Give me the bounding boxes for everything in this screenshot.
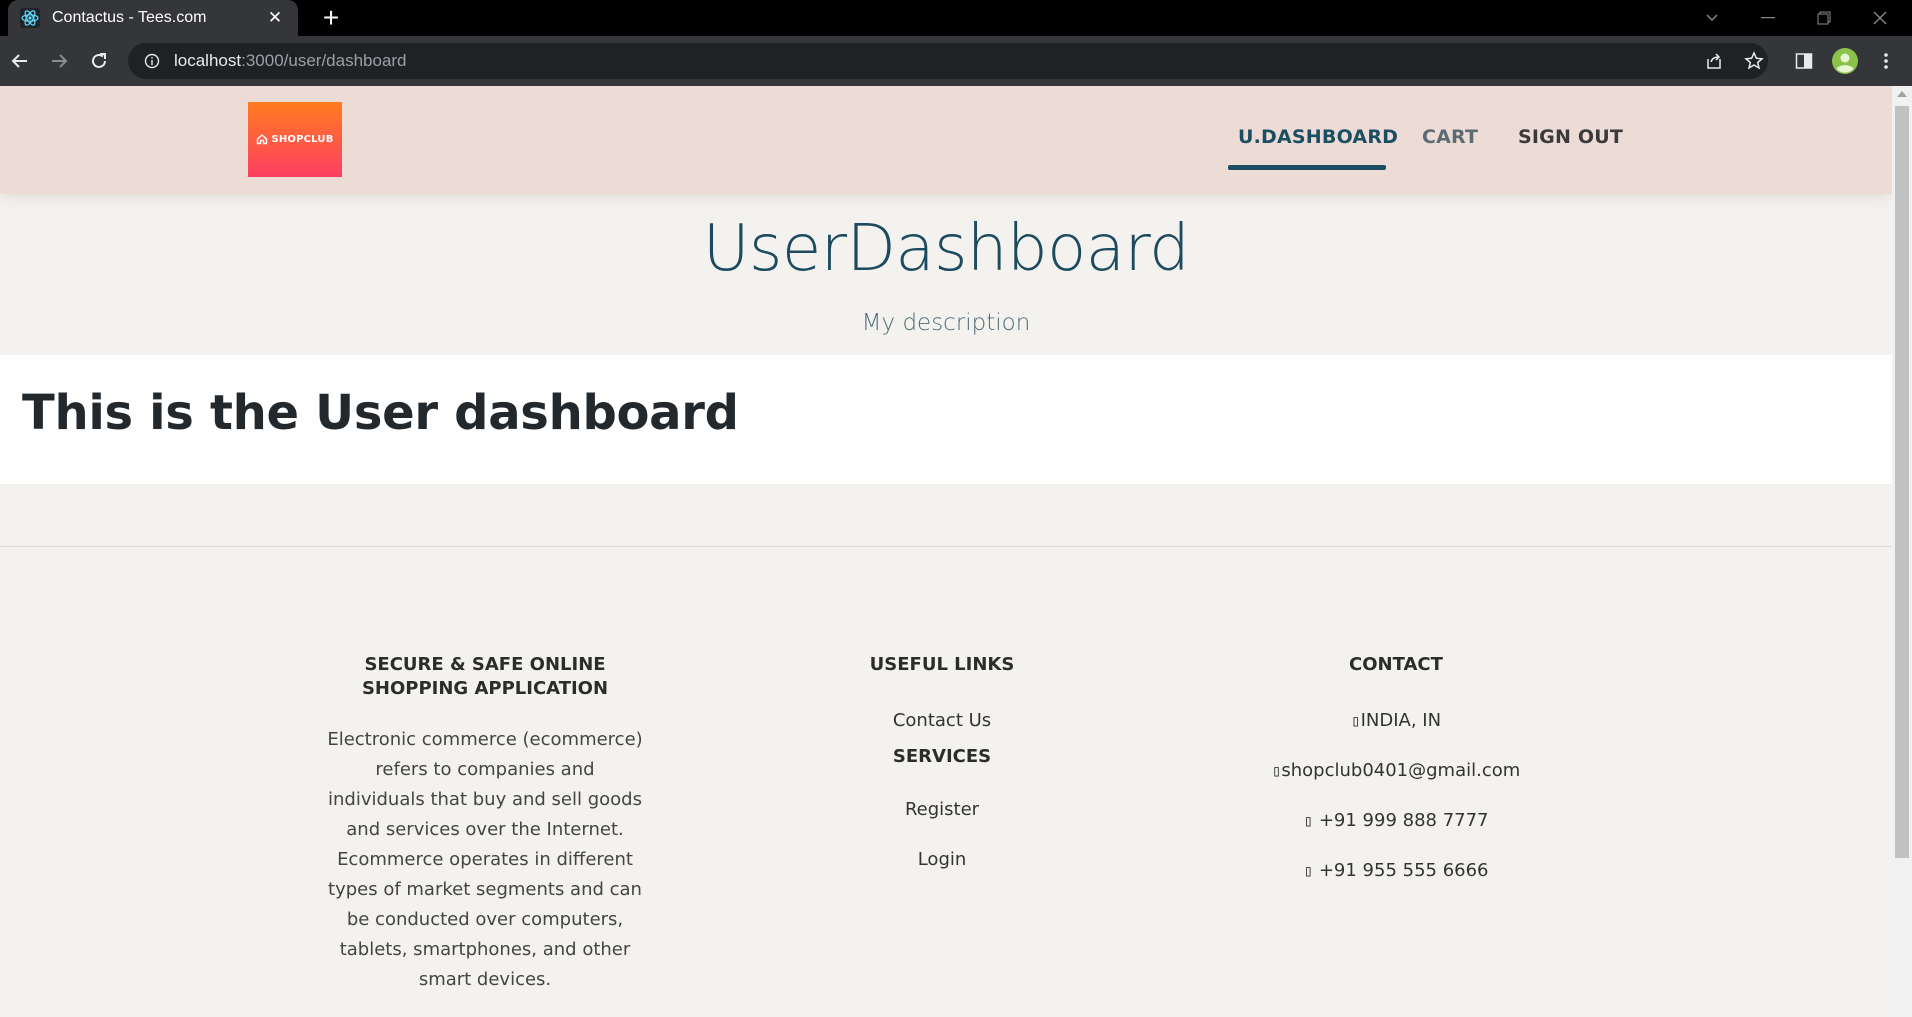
menu-kebab-icon[interactable] — [1870, 45, 1902, 77]
email-icon: ▯ — [1271, 761, 1282, 780]
dashboard-heading: This is the User dashboard — [22, 385, 739, 441]
contact-phone-2: ▯ +91 955 555 6666 — [1303, 860, 1489, 881]
phone-icon: ▯ — [1303, 861, 1314, 880]
footer-about-text: Electronic commerce (ecommerce) refers t… — [327, 729, 643, 990]
profile-avatar-icon[interactable] — [1829, 45, 1861, 77]
reload-icon[interactable] — [83, 45, 115, 77]
home-bag-icon — [256, 130, 268, 149]
active-nav-indicator — [1228, 165, 1386, 170]
footer-link-login[interactable]: Login — [840, 849, 1044, 870]
tab-title: Contactus - Tees.com — [52, 9, 207, 26]
phone-icon: ▯ — [1303, 811, 1314, 830]
minimize-icon[interactable] — [1740, 0, 1796, 36]
browser-tab[interactable]: Contactus - Tees.com ✕ — [8, 0, 298, 36]
contact-phone-1: ▯ +91 999 888 7777 — [1303, 810, 1489, 831]
footer-about: SECURE & SAFE ONLINE SHOPPING APPLICATIO… — [320, 653, 650, 995]
contact-location: ▯INDIA, IN — [1350, 710, 1442, 731]
site-info-icon[interactable] — [142, 51, 162, 71]
back-icon[interactable] — [4, 45, 36, 77]
forward-icon[interactable] — [43, 45, 75, 77]
page-scrollbar[interactable] — [1892, 86, 1912, 1017]
share-icon[interactable] — [1698, 45, 1730, 77]
url-text: localhost:3000/user/dashboard — [174, 51, 407, 70]
footer-link-register[interactable]: Register — [840, 799, 1044, 820]
site-header: SHOPCLUB U.DASHBOARD CART SIGN OUT — [0, 86, 1892, 194]
scrollbar-thumb[interactable] — [1895, 106, 1909, 858]
footer-services-title: SERVICES — [892, 746, 992, 767]
page-title: UserDashboard — [702, 212, 1190, 286]
browser-tab-strip: Contactus - Tees.com ✕ + — [0, 0, 1912, 36]
nav-user-dashboard[interactable]: U.DASHBOARD — [1238, 126, 1398, 148]
footer-useful-links-title: USEFUL LINKS — [869, 654, 1015, 675]
page-viewport: SHOPCLUB U.DASHBOARD CART SIGN OUT UserD… — [0, 86, 1892, 1017]
footer-links: USEFUL LINKS Contact Us SERVICES Registe… — [840, 653, 1044, 870]
site-footer: SECURE & SAFE ONLINE SHOPPING APPLICATIO… — [0, 547, 1892, 1017]
new-tab-icon[interactable]: + — [316, 3, 346, 33]
shopclub-logo[interactable]: SHOPCLUB — [248, 102, 342, 177]
footer-contact-title: CONTACT — [1349, 654, 1443, 675]
footer-link-contact-us[interactable]: Contact Us — [840, 710, 1044, 731]
react-favicon-icon — [20, 8, 40, 28]
page-description: My description — [861, 310, 1031, 336]
location-icon: ▯ — [1350, 711, 1361, 730]
nav-cart[interactable]: CART — [1422, 126, 1478, 148]
contact-email: ▯shopclub0401@gmail.com — [1271, 760, 1521, 781]
browser-toolbar: localhost:3000/user/dashboard — [0, 36, 1912, 86]
restore-icon[interactable] — [1796, 0, 1852, 36]
footer-about-title: SECURE & SAFE ONLINE SHOPPING APPLICATIO… — [361, 654, 609, 699]
tab-search-icon[interactable] — [1684, 0, 1740, 36]
nav-sign-out[interactable]: SIGN OUT — [1518, 126, 1623, 148]
scroll-up-icon[interactable] — [1897, 91, 1907, 97]
address-bar[interactable]: localhost:3000/user/dashboard — [128, 43, 1768, 79]
tab-close-icon[interactable]: ✕ — [264, 8, 286, 28]
side-panel-icon[interactable] — [1788, 45, 1820, 77]
close-window-icon[interactable] — [1852, 0, 1908, 36]
dashboard-content: This is the User dashboard — [0, 355, 1892, 484]
logo-text: SHOPCLUB — [271, 134, 334, 145]
bookmark-star-icon[interactable] — [1738, 45, 1770, 77]
footer-contact: CONTACT ▯INDIA, IN ▯shopclub0401@gmail.c… — [1236, 653, 1556, 881]
